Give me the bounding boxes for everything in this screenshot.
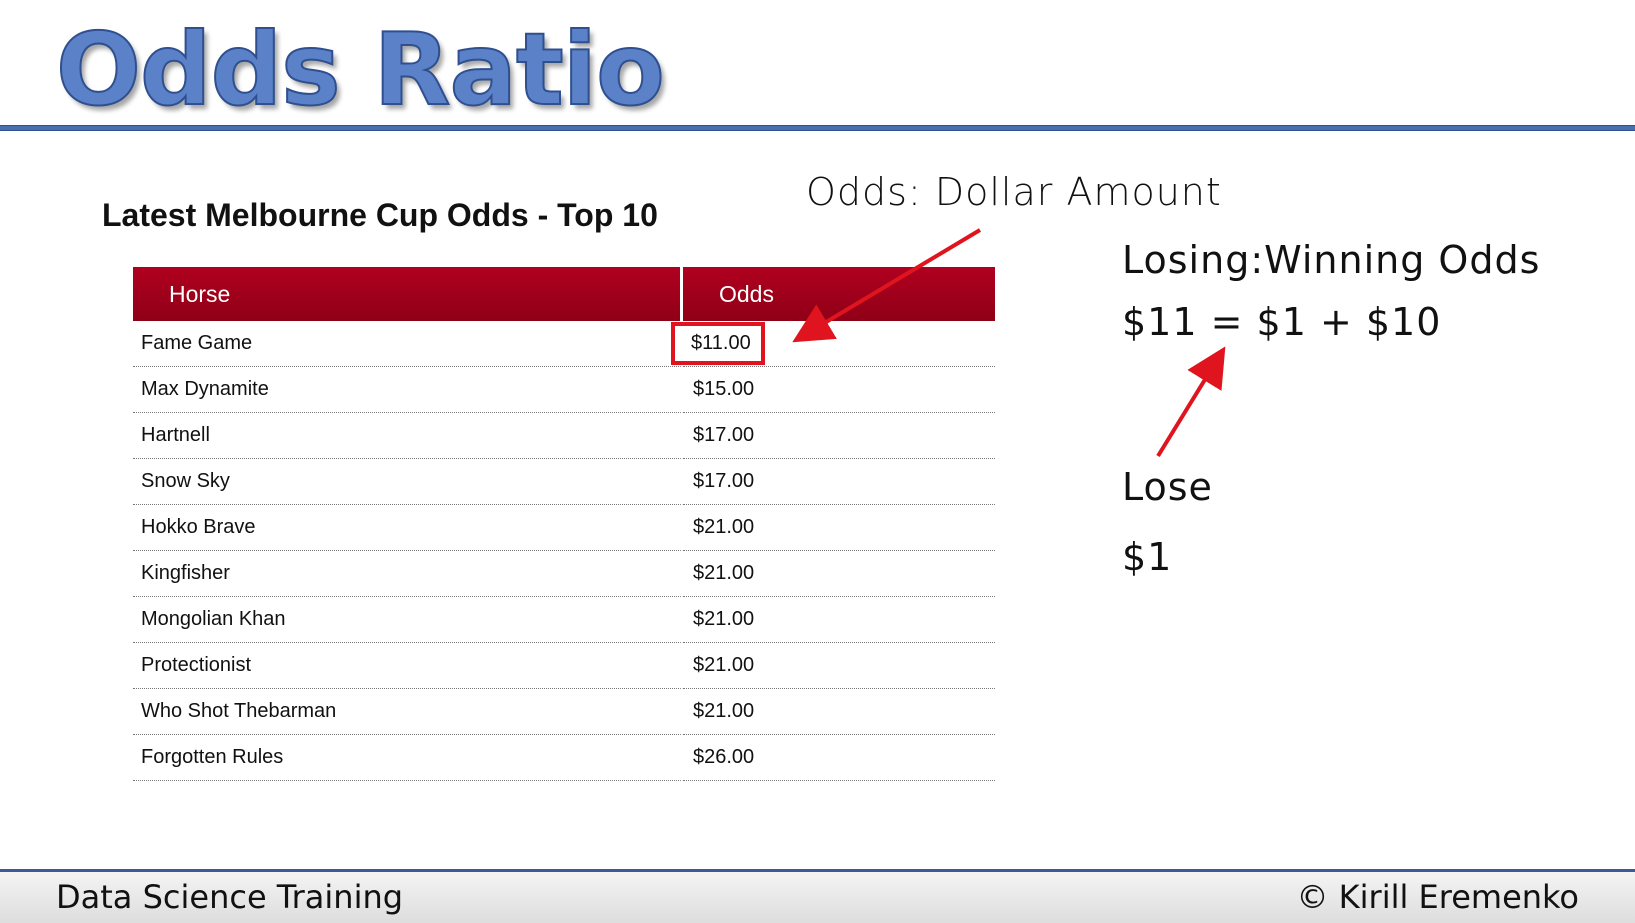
footer-course-name: Data Science Training [56, 878, 404, 916]
column-header-odds: Odds [683, 267, 995, 321]
title-divider [0, 125, 1635, 131]
footer-bar: Data Science Training © Kirill Eremenko [0, 872, 1635, 923]
losing-winning-label: Losing:Winning Odds [1122, 238, 1541, 282]
lose-label: Lose [1122, 465, 1213, 509]
table-row: Snow Sky $17.00 [133, 459, 995, 505]
slide-title: Odds Ratio [55, 10, 666, 129]
table-row: Hartnell $17.00 [133, 413, 995, 459]
table-row: Protectionist $21.00 [133, 643, 995, 689]
table-row: Hokko Brave $21.00 [133, 505, 995, 551]
horse-cell: Kingfisher [133, 551, 683, 597]
odds-cell: $26.00 [683, 735, 995, 781]
table-row: Forgotten Rules $26.00 [133, 735, 995, 781]
horse-cell: Hokko Brave [133, 505, 683, 551]
horse-cell: Fame Game [133, 321, 683, 367]
odds-table: Horse Odds Fame Game $11.00 Max Dynamite… [133, 267, 995, 781]
table-heading: Latest Melbourne Cup Odds - Top 10 [102, 197, 658, 233]
arrow-to-equation [1156, 346, 1226, 458]
table-header-row: Horse Odds [133, 267, 995, 321]
horse-cell: Snow Sky [133, 459, 683, 505]
table-row: Kingfisher $21.00 [133, 551, 995, 597]
odds-dollar-amount-label: Odds: Dollar Amount [806, 170, 1222, 214]
odds-cell: $17.00 [683, 413, 995, 459]
horse-cell: Forgotten Rules [133, 735, 683, 781]
odds-cell: $21.00 [683, 551, 995, 597]
odds-cell: $15.00 [683, 367, 995, 413]
odds-cell: $21.00 [683, 597, 995, 643]
horse-cell: Mongolian Khan [133, 597, 683, 643]
odds-cell: $21.00 [683, 689, 995, 735]
table-row: Fame Game $11.00 [133, 321, 995, 367]
horse-cell: Hartnell [133, 413, 683, 459]
table-row: Max Dynamite $15.00 [133, 367, 995, 413]
horse-cell: Max Dynamite [133, 367, 683, 413]
horse-cell: Protectionist [133, 643, 683, 689]
odds-cell: $11.00 [671, 321, 995, 367]
odds-equation: $11 = $1 + $10 [1122, 300, 1442, 344]
odds-cell: $17.00 [683, 459, 995, 505]
odds-cell: $21.00 [683, 643, 995, 689]
lose-value: $1 [1122, 535, 1173, 579]
column-header-horse: Horse [133, 267, 683, 321]
odds-cell: $21.00 [683, 505, 995, 551]
highlighted-odds: $11.00 [671, 322, 765, 365]
horse-cell: Who Shot Thebarman [133, 689, 683, 735]
footer-copyright: © Kirill Eremenko [1296, 878, 1579, 916]
table-row: Who Shot Thebarman $21.00 [133, 689, 995, 735]
table-row: Mongolian Khan $21.00 [133, 597, 995, 643]
